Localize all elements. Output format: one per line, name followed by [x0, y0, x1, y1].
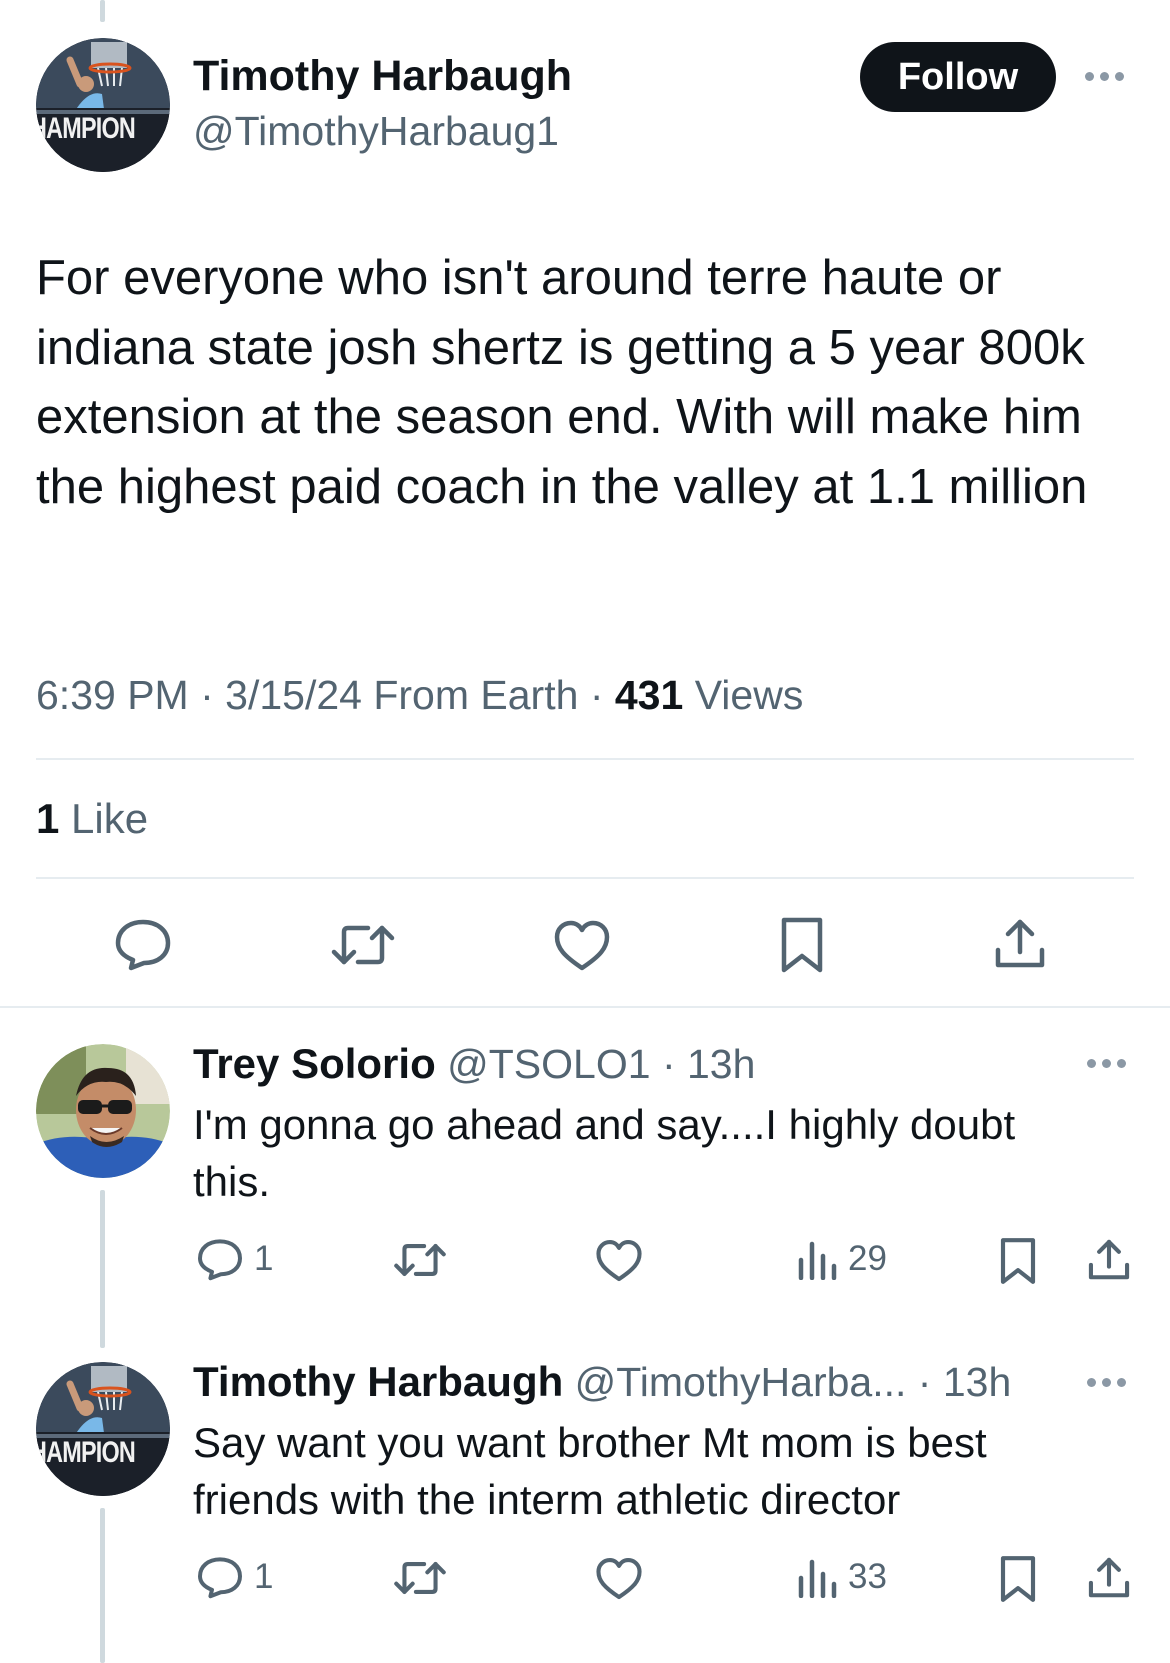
header-separator: · — [650, 1041, 687, 1087]
reply-text: I'm gonna go ahead and say....I highly d… — [193, 1101, 1016, 1205]
reply-time[interactable]: 13h — [943, 1359, 1011, 1405]
bookmark-icon[interactable] — [778, 915, 826, 975]
header-separator: · — [906, 1359, 943, 1405]
reply-reply-button[interactable]: 1 — [196, 1236, 273, 1282]
reply-header: Timothy Harbaugh @TimothyHarba... · 13h — [193, 1358, 1011, 1406]
more-options-icon[interactable] — [1085, 72, 1124, 81]
tweet-text: For everyone who isn't around terre haut… — [36, 251, 1088, 514]
reply-header: Trey Solorio @TSOLO1 · 13h — [193, 1040, 755, 1088]
author-handle[interactable]: @TimothyHarbaug1 — [193, 108, 559, 155]
avatar-text: HAMPION — [36, 1436, 136, 1469]
reply-icon — [198, 1239, 242, 1281]
reply-reply-button[interactable]: 1 — [196, 1554, 273, 1600]
reply-text: Say want you want brother Mt mom is best… — [193, 1419, 987, 1523]
thread-line-reply-2 — [100, 1508, 105, 1663]
tweet-date[interactable]: 3/15/24 — [225, 672, 362, 718]
reply-author-handle[interactable]: @TSOLO1 — [447, 1041, 650, 1087]
reply-time[interactable]: 13h — [687, 1041, 755, 1087]
tweet-time[interactable]: 6:39 PM — [36, 672, 189, 718]
reply-icon — [198, 1557, 242, 1599]
thread-line-reply-1 — [100, 1190, 105, 1348]
bookmark-icon[interactable] — [998, 1554, 1038, 1604]
reply-author-name[interactable]: Trey Solorio — [193, 1040, 436, 1087]
thread-line-top — [100, 0, 105, 22]
meta-separator: · — [589, 672, 615, 718]
retweet-icon[interactable] — [393, 1557, 447, 1599]
avatar-text: HAMPION — [36, 112, 136, 145]
divider — [36, 877, 1134, 879]
views-count: 33 — [848, 1557, 887, 1596]
likes-summary[interactable]: 1 Like — [36, 795, 148, 843]
views-label: Views — [694, 672, 804, 718]
author-avatar[interactable]: HAMPION — [36, 38, 170, 172]
divider — [0, 1006, 1170, 1008]
bookmark-icon[interactable] — [998, 1236, 1038, 1286]
views-icon — [798, 1241, 837, 1280]
retweet-icon[interactable] — [393, 1239, 447, 1281]
likes-label: Like — [71, 795, 149, 842]
retweet-icon[interactable] — [330, 920, 396, 970]
share-icon[interactable] — [992, 916, 1048, 972]
more-options-icon[interactable] — [1087, 1059, 1126, 1068]
like-icon[interactable] — [552, 918, 612, 974]
reply-count: 1 — [254, 1239, 274, 1278]
tweet-source: From Earth — [373, 672, 579, 718]
divider — [36, 758, 1134, 760]
reply-author-handle[interactable]: @TimothyHarba... — [575, 1359, 907, 1405]
reply-avatar[interactable]: HAMPION — [36, 1362, 170, 1496]
like-icon[interactable] — [594, 1556, 644, 1602]
tweet-meta: 6:39 PM · 3/15/24 From Earth · 431 Views — [36, 672, 803, 719]
reply-icon[interactable] — [113, 916, 173, 972]
follow-button[interactable]: Follow — [860, 42, 1056, 112]
views-count: 431 — [614, 672, 684, 718]
views-button[interactable]: 29 — [796, 1238, 887, 1280]
reply-author-name[interactable]: Timothy Harbaugh — [193, 1358, 563, 1405]
meta-separator: · — [200, 672, 226, 718]
views-icon — [798, 1559, 837, 1598]
author-name[interactable]: Timothy Harbaugh — [193, 52, 572, 101]
reply-count: 1 — [254, 1557, 274, 1596]
more-options-icon[interactable] — [1087, 1378, 1126, 1387]
views-button[interactable]: 33 — [796, 1556, 887, 1598]
like-icon[interactable] — [594, 1238, 644, 1284]
views-count: 29 — [848, 1239, 887, 1278]
reply-avatar[interactable] — [36, 1044, 170, 1178]
likes-count: 1 — [36, 795, 60, 842]
share-icon[interactable] — [1086, 1555, 1132, 1601]
share-icon[interactable] — [1086, 1237, 1132, 1283]
